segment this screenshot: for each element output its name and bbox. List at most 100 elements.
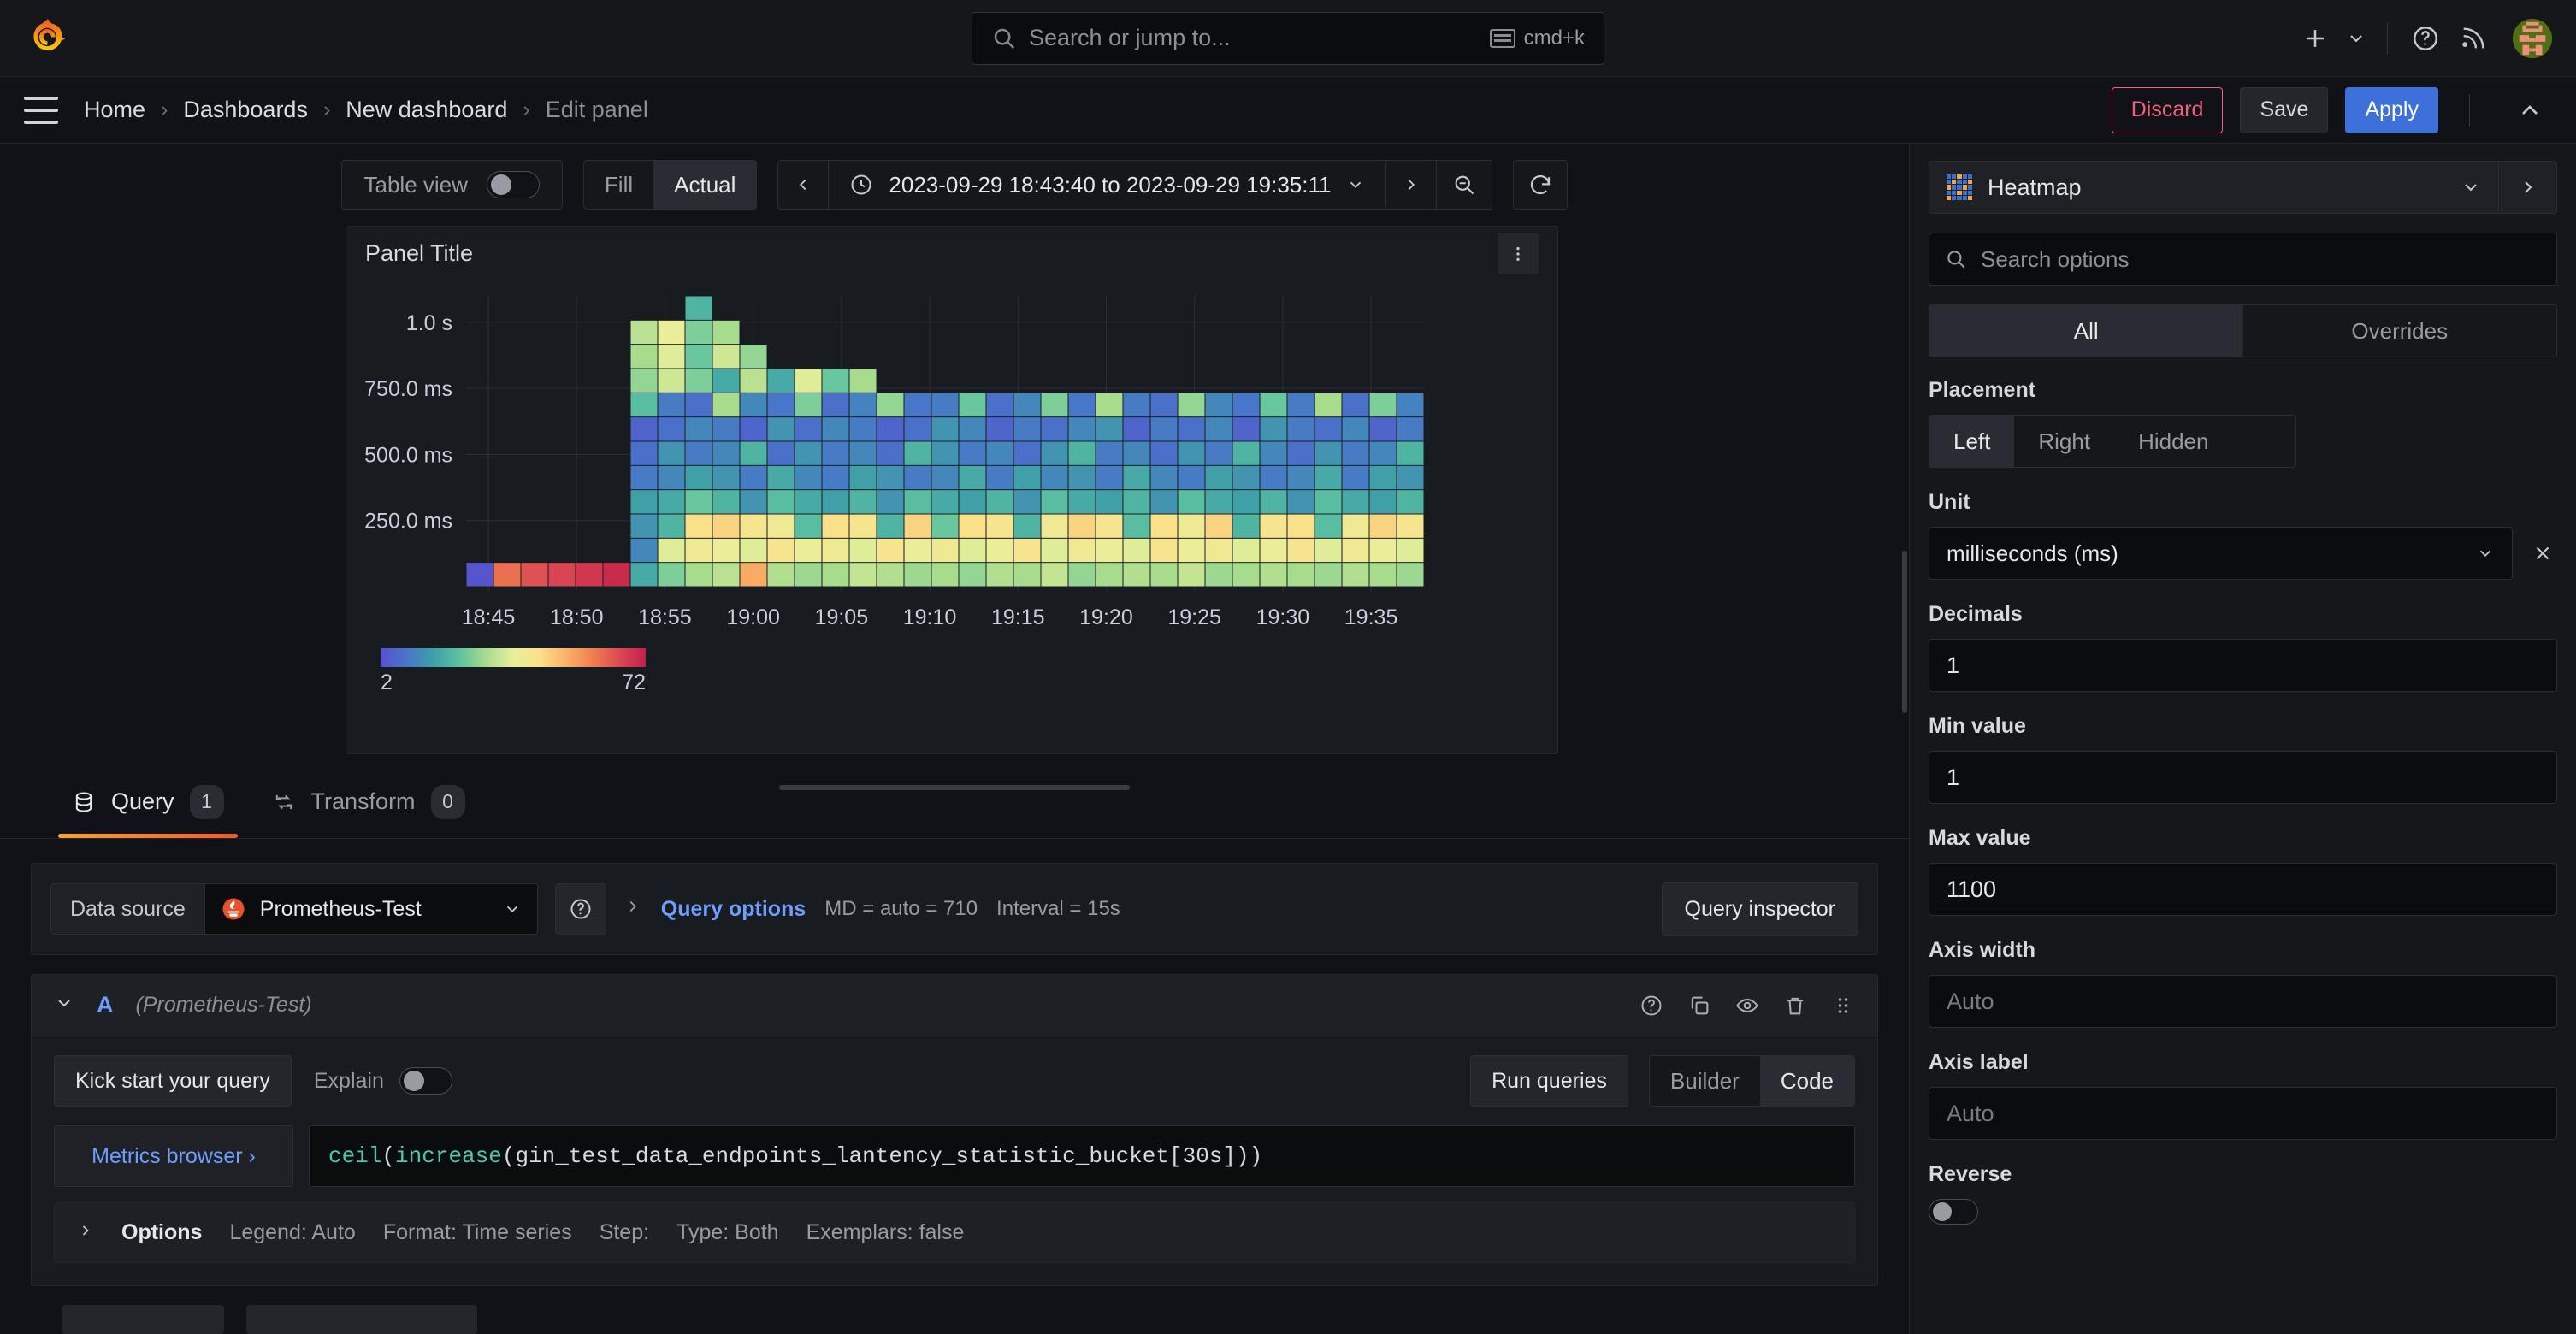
query-inspector-button[interactable]: Query inspector — [1661, 882, 1858, 936]
rss-icon[interactable] — [2449, 15, 2497, 62]
chevron-right-icon[interactable] — [623, 897, 642, 922]
discard-button[interactable]: Discard — [2111, 86, 2224, 133]
hamburger-menu-icon[interactable] — [24, 96, 58, 124]
viz-picker-expand-button[interactable] — [2499, 161, 2557, 214]
grafana-logo-icon[interactable] — [24, 15, 72, 62]
help-circle-icon[interactable] — [554, 883, 606, 935]
tab-overrides[interactable]: Overrides — [2243, 305, 2557, 357]
min-value-input[interactable]: 1 — [1929, 751, 2557, 804]
time-range-button[interactable]: 2023-09-29 18:43:40 to 2023-09-29 19:35:… — [829, 161, 1387, 209]
query-options-interval: Interval = 15s — [996, 897, 1120, 920]
query-options-md: MD = auto = 710 — [824, 897, 978, 920]
actual-option[interactable]: Actual — [653, 161, 757, 209]
apply-button[interactable]: Apply — [2345, 86, 2438, 133]
table-view-toggle[interactable]: Table view — [340, 160, 563, 210]
decimals-input[interactable]: 1 — [1929, 639, 2557, 692]
scrollbar[interactable] — [1902, 551, 1907, 713]
datasource-picker[interactable]: Data source Prometheus-Test — [50, 883, 538, 935]
option-legend: Legend: Auto — [229, 1220, 356, 1244]
query-options-button[interactable]: Query options — [661, 897, 806, 922]
actions-divider — [2469, 93, 2470, 127]
help-circle-icon[interactable] — [1640, 994, 1663, 1018]
panel-resize-handle[interactable] — [779, 785, 1130, 790]
svg-text:19:20: 19:20 — [1079, 605, 1133, 629]
svg-text:18:45: 18:45 — [462, 605, 516, 629]
close-x-icon[interactable] — [2528, 542, 2557, 564]
datasource-select[interactable]: Prometheus-Test — [204, 883, 538, 935]
chevron-down-icon[interactable] — [2339, 15, 2373, 62]
query-a-toolbar-right: Run queries Builder Code — [1470, 1055, 1855, 1107]
save-button[interactable]: Save — [2240, 86, 2329, 133]
viz-picker-button[interactable]: Heatmap — [1929, 161, 2499, 214]
placement-option-left[interactable]: Left — [1929, 416, 2015, 467]
tab-all[interactable]: All — [1929, 305, 2243, 357]
plus-icon[interactable] — [2291, 15, 2339, 62]
query-expression-input[interactable]: ceil(increase(gin_test_data_endpoints_la… — [309, 1125, 1855, 1187]
zoom-out-icon[interactable] — [1437, 161, 1492, 209]
tab-transform[interactable]: Transform 0 — [248, 765, 489, 838]
heatmap-chart[interactable]: 250.0 ms 500.0 ms 750.0 ms 1.0 s 18:45 18:50 1… — [346, 280, 1557, 753]
panel-options-pane: Heatmap Search options All Overrides Pla… — [1909, 144, 2576, 1334]
query-options-summary[interactable]: Options Legend: Auto Format: Time series… — [54, 1202, 1855, 1263]
svg-text:500.0 ms: 500.0 ms — [364, 443, 452, 467]
max-value-input[interactable]: 1100 — [1929, 863, 2557, 916]
table-view-switch[interactable] — [486, 171, 540, 198]
add-query-button[interactable] — [62, 1305, 224, 1334]
reverse-switch[interactable] — [1929, 1199, 1978, 1225]
breadcrumb-item-new-dashboard[interactable]: New dashboard — [344, 97, 509, 123]
svg-text:750.0 ms: 750.0 ms — [364, 377, 452, 401]
drag-handle-icon[interactable] — [1831, 994, 1855, 1018]
visualization-toolbar: Table view Fill Actual 2023-09-29 18:43:… — [0, 144, 1909, 226]
code-mode-option[interactable]: Code — [1759, 1056, 1854, 1106]
query-datasource-name: (Prometheus-Test) — [135, 993, 312, 1017]
query-ref-id[interactable]: A — [97, 992, 114, 1018]
unit-select[interactable]: milliseconds (ms) — [1929, 527, 2513, 580]
breadcrumb-item-dashboards[interactable]: Dashboards — [181, 97, 310, 123]
query-row-actions — [1640, 994, 1855, 1018]
panel-editor-left: Table view Fill Actual 2023-09-29 18:43:… — [0, 144, 1909, 1334]
options-label: Options — [121, 1220, 203, 1244]
chevron-right-icon[interactable] — [77, 1220, 94, 1245]
duplicate-icon[interactable] — [1687, 994, 1711, 1018]
search-options-input[interactable]: Search options — [1929, 233, 2557, 286]
chevron-down-icon — [1350, 181, 1362, 189]
refresh-icon[interactable] — [1513, 160, 1569, 210]
tab-query[interactable]: Query 1 — [48, 765, 248, 838]
search-shortcut-hint: cmd+k — [1489, 27, 1585, 50]
placement-option-right[interactable]: Right — [2014, 416, 2114, 467]
fill-option[interactable]: Fill — [584, 161, 653, 209]
panel-edit-actions: Discard Save Apply — [2111, 86, 2552, 133]
eye-icon[interactable] — [1735, 994, 1759, 1018]
svg-text:19:05: 19:05 — [815, 605, 869, 629]
time-shift-forward-button[interactable] — [1386, 161, 1438, 209]
explain-label: Explain — [313, 1068, 384, 1093]
global-search-placeholder: Search or jump to... — [1029, 25, 1231, 50]
axis-label-input[interactable]: Auto — [1929, 1087, 2557, 1140]
metrics-browser-button[interactable]: Metrics browser › — [54, 1125, 293, 1187]
axis-width-input[interactable]: Auto — [1929, 975, 2557, 1028]
query-transform-tabs: Query 1 Transform 0 — [0, 765, 1909, 839]
run-queries-button[interactable]: Run queries — [1470, 1055, 1628, 1107]
chevron-down-icon — [506, 906, 517, 913]
transform-icon — [275, 794, 292, 809]
top-navigation-bar: Search or jump to... cmd+k — [0, 0, 2576, 77]
trash-icon[interactable] — [1783, 994, 1807, 1018]
chevron-down-icon[interactable] — [54, 993, 74, 1018]
explain-toggle[interactable]: Explain — [314, 1067, 452, 1095]
add-expression-button[interactable] — [246, 1305, 477, 1334]
chevron-up-icon[interactable] — [2508, 88, 2552, 133]
kebab-menu-icon[interactable] — [1498, 233, 1539, 274]
avatar[interactable] — [2513, 18, 2552, 58]
explain-switch[interactable] — [399, 1067, 452, 1095]
builder-mode-option[interactable]: Builder — [1650, 1056, 1760, 1106]
breadcrumb-item-home[interactable]: Home — [82, 97, 147, 123]
breadcrumb-separator: › — [322, 97, 331, 121]
breadcrumb-item-edit-panel[interactable]: Edit panel — [544, 97, 650, 123]
time-shift-back-button[interactable] — [778, 161, 830, 209]
svg-text:72: 72 — [622, 670, 646, 694]
placement-option-hidden[interactable]: Hidden — [2114, 416, 2232, 467]
min-value-label: Min value — [1929, 714, 2026, 738]
global-search-box[interactable]: Search or jump to... cmd+k — [972, 11, 1604, 65]
kick-start-query-button[interactable]: Kick start your query — [54, 1055, 292, 1107]
help-circle-icon[interactable] — [2402, 15, 2449, 62]
